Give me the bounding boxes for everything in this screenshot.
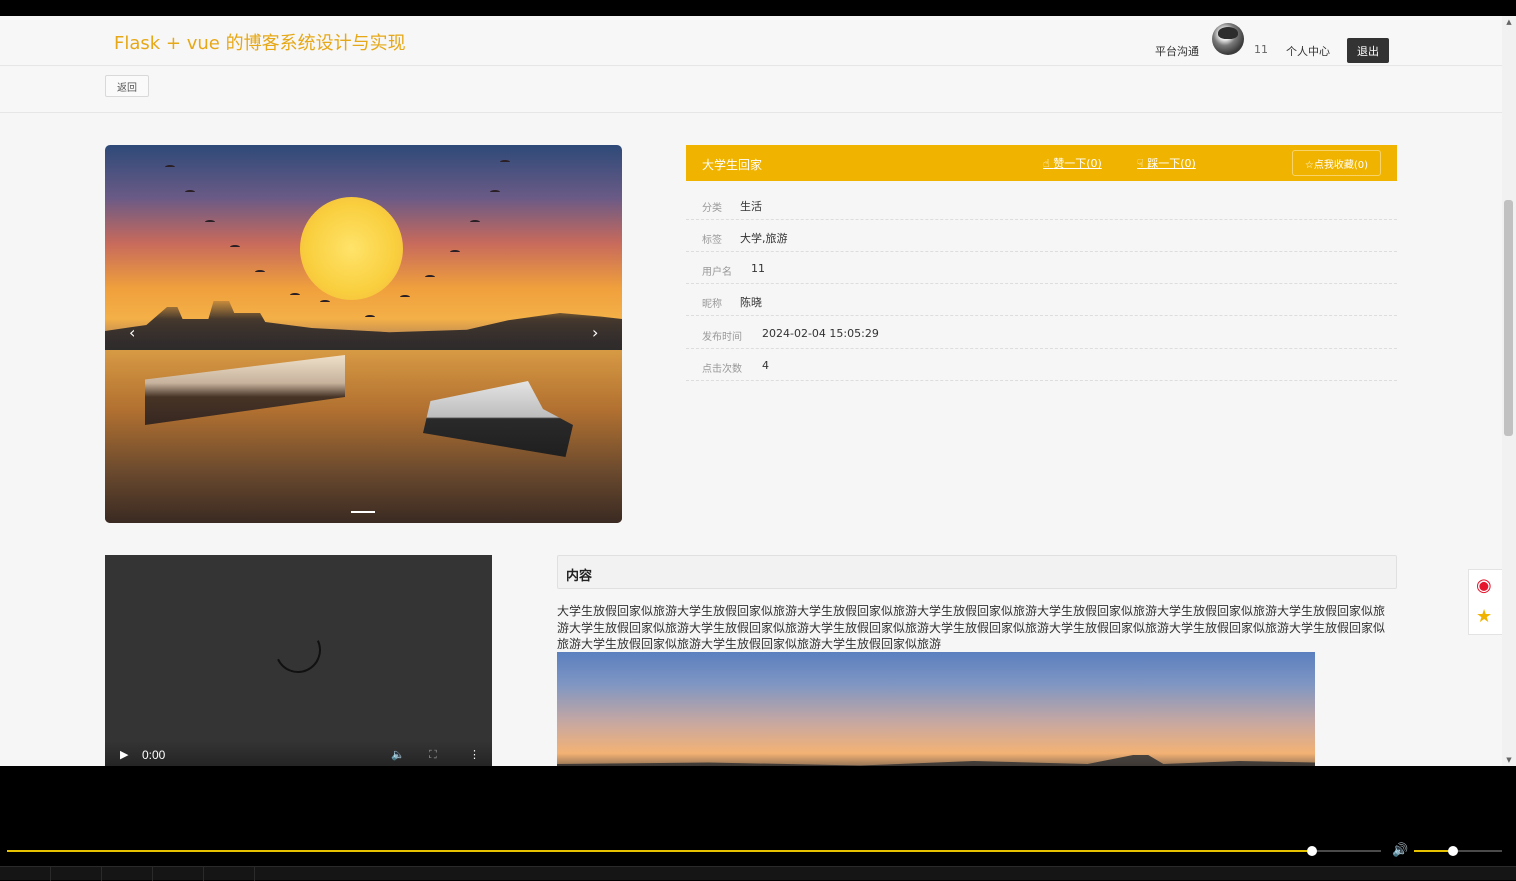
info-label: 昵称: [702, 299, 722, 310]
info-value: 陈晓: [740, 296, 762, 309]
info-label: 用户名: [702, 267, 732, 278]
info-row-click-count: 点击次数 4: [686, 349, 1397, 381]
video-time: 0:00: [142, 748, 166, 762]
bird-shape: [400, 295, 410, 299]
bird-shape: [365, 315, 375, 319]
playback-progress-fill: [7, 850, 1312, 852]
bird-shape: [205, 220, 215, 224]
info-value: 大学,旅游: [740, 232, 788, 245]
dislike-button[interactable]: ☟ 踩一下(0): [1137, 155, 1196, 171]
share-panel: ◉ ★: [1468, 569, 1502, 635]
taskbar-slot[interactable]: [153, 867, 204, 881]
taskbar-slot[interactable]: [102, 867, 153, 881]
like-button[interactable]: ☝ 赞一下(0): [1043, 155, 1102, 171]
bird-shape: [320, 300, 330, 304]
info-row-nickname: 昵称 陈晓: [686, 284, 1397, 316]
sub-toolbar: 返回: [0, 67, 1502, 113]
bird-shape: [165, 165, 175, 169]
post-info-header: 大学生回家 ☝ 赞一下(0) ☟ 踩一下(0) ☆点我收藏(0): [686, 145, 1397, 181]
content-text: 大学生放假回家似旅游大学生放假回家似旅游大学生放假回家似旅游大学生放假回家似旅游…: [557, 604, 1386, 651]
volume-icon[interactable]: 🔈: [391, 748, 405, 761]
more-icon[interactable]: ⋮: [469, 748, 480, 761]
user-avatar[interactable]: [1212, 23, 1244, 55]
site-header: Flask + vue 的博客系统设计与实现 平台沟通 11 个人中心 退出: [0, 16, 1502, 66]
weibo-icon[interactable]: ◉: [1476, 576, 1492, 596]
scroll-up-arrow-icon[interactable]: ▲: [1502, 16, 1516, 28]
thumbs-down-icon: ☟: [1137, 157, 1148, 170]
scrollbar-thumb[interactable]: [1504, 200, 1513, 436]
info-row-tags: 标签 大学,旅游: [686, 220, 1397, 252]
bird-shape: [490, 190, 500, 194]
image-carousel[interactable]: ‹ ›: [105, 145, 622, 523]
info-row-category: 分类 生活: [686, 188, 1397, 220]
bird-shape: [290, 293, 300, 297]
site-title[interactable]: Flask + vue 的博客系统设计与实现: [114, 29, 406, 55]
bottom-taskbar: [0, 866, 1516, 881]
info-row-publish-time: 发布时间 2024-02-04 15:05:29: [686, 317, 1397, 349]
content-heading-box: 内容: [557, 555, 1397, 589]
star-icon[interactable]: ★: [1476, 607, 1492, 627]
info-label: 点击次数: [702, 364, 742, 375]
page-viewport: Flask + vue 的博客系统设计与实现 平台沟通 11 个人中心 退出 返…: [0, 16, 1502, 766]
info-label: 分类: [702, 203, 722, 214]
bird-shape: [230, 245, 240, 249]
window-top-bar: [0, 0, 1516, 16]
thumbs-up-icon: ☝: [1043, 157, 1054, 170]
bird-shape: [255, 270, 265, 274]
fullscreen-icon[interactable]: ⛶: [429, 748, 437, 762]
info-value: 生活: [740, 200, 762, 213]
bird-shape: [450, 250, 460, 254]
taskbar-slot[interactable]: [51, 867, 102, 881]
username-label: 11: [1254, 43, 1268, 56]
info-label: 标签: [702, 235, 722, 246]
taskbar-slot[interactable]: [204, 867, 255, 881]
volume-slider-knob[interactable]: [1448, 846, 1458, 856]
favorite-button[interactable]: ☆点我收藏(0): [1292, 150, 1381, 176]
back-button[interactable]: 返回: [105, 75, 149, 97]
post-title: 大学生回家: [702, 158, 763, 172]
info-value: 11: [751, 262, 765, 275]
playback-progress-knob[interactable]: [1307, 846, 1317, 856]
loading-spinner-icon: [268, 620, 328, 680]
info-row-username: 用户名 11: [686, 252, 1397, 284]
taskbar-slot[interactable]: [0, 867, 51, 881]
scroll-down-arrow-icon[interactable]: ▼: [1502, 754, 1516, 766]
carousel-prev-arrow[interactable]: ‹: [129, 325, 135, 341]
content-image-horizon: [557, 755, 1315, 766]
media-player-area: [0, 766, 1516, 880]
bird-shape: [500, 160, 510, 164]
info-value: 2024-02-04 15:05:29: [762, 327, 879, 340]
content-image: [557, 652, 1315, 766]
bird-shape: [470, 220, 480, 224]
nav-profile[interactable]: 个人中心: [1286, 43, 1330, 59]
logout-button[interactable]: 退出: [1347, 38, 1389, 63]
carousel-image-sun: [300, 197, 403, 300]
bird-shape: [185, 190, 195, 194]
carousel-next-arrow[interactable]: ›: [592, 325, 598, 341]
carousel-indicator[interactable]: [351, 511, 375, 513]
info-label: 发布时间: [702, 332, 742, 343]
bird-shape: [425, 275, 435, 279]
carousel-image-skyline: [105, 301, 622, 355]
nav-platform-chat[interactable]: 平台沟通: [1155, 43, 1199, 59]
volume-icon[interactable]: 🔊: [1392, 843, 1408, 858]
content-heading: 内容: [566, 569, 593, 584]
play-icon[interactable]: ▶: [120, 748, 128, 761]
video-controls: ▶ 0:00 🔈 ⛶ ⋮: [105, 741, 492, 766]
video-player[interactable]: ▶ 0:00 🔈 ⛶ ⋮: [105, 555, 492, 766]
info-value: 4: [762, 359, 769, 372]
